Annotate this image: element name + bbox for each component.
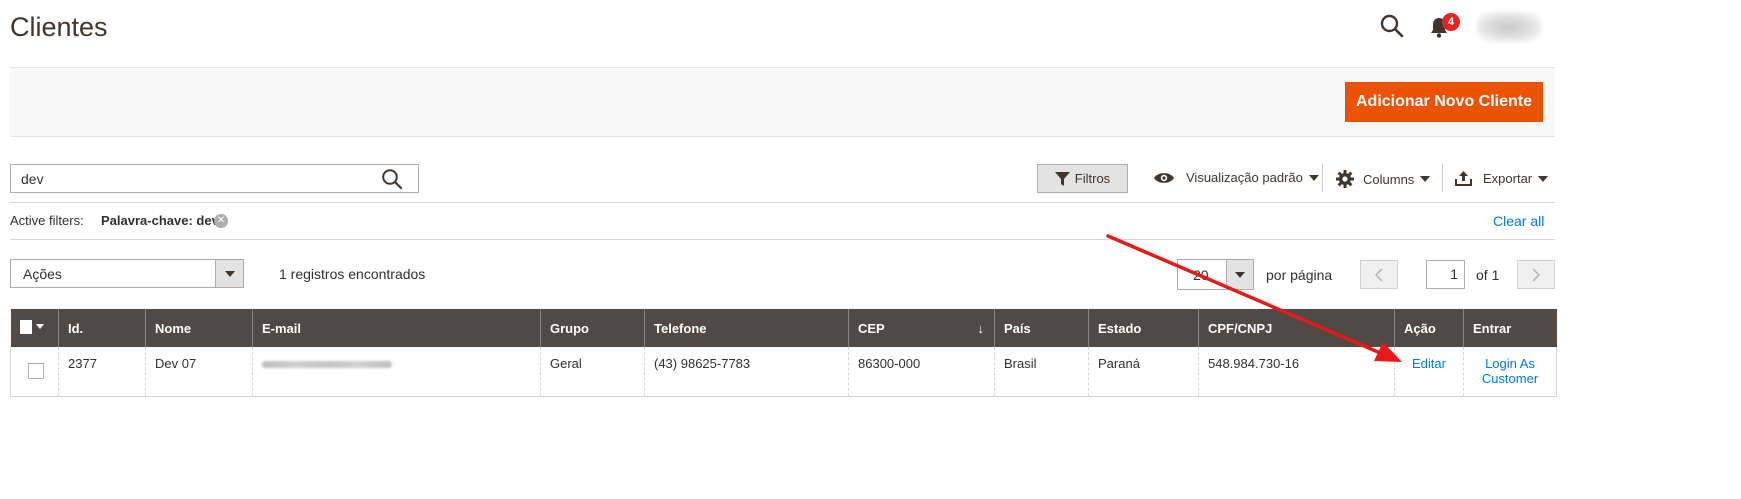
- funnel-icon: [1054, 171, 1070, 186]
- cell-grupo: Geral: [540, 347, 645, 397]
- search-icon[interactable]: [1379, 13, 1405, 39]
- per-page-select[interactable]: 20: [1177, 259, 1254, 290]
- mass-select-header[interactable]: [10, 309, 59, 347]
- add-new-customer-button[interactable]: Adicionar Novo Cliente: [1345, 82, 1543, 122]
- table-row: 2377 Dev 07 Geral (43) 98625-7783 86300-…: [10, 347, 1557, 397]
- customers-grid: Id. Nome E-mail Grupo Telefone CEP ↓ Paí…: [10, 309, 1557, 397]
- edit-link[interactable]: Editar: [1412, 356, 1446, 371]
- search-icon[interactable]: [381, 168, 403, 190]
- column-header-entrar: Entrar: [1463, 309, 1557, 347]
- column-header-id[interactable]: Id.: [58, 309, 146, 347]
- column-header-estado[interactable]: Estado: [1088, 309, 1199, 347]
- caret-down-icon: [1420, 176, 1431, 182]
- mass-actions-select[interactable]: Ações: [10, 259, 244, 288]
- cell-id: 2377: [58, 347, 146, 397]
- toolbar-divider: [1322, 164, 1323, 192]
- caret-down-icon: [1538, 175, 1549, 182]
- caret-down-icon: [225, 271, 235, 277]
- chevron-left-icon: [1375, 267, 1383, 282]
- page-title: Clientes: [10, 12, 108, 42]
- filters-button[interactable]: Filtros: [1037, 164, 1128, 193]
- export-label: Exportar: [1483, 171, 1533, 186]
- view-selector[interactable]: Visualização padrão: [1153, 170, 1319, 185]
- row-select-cell: [10, 347, 59, 397]
- page-actions-bar: [10, 67, 1555, 137]
- keyword-search-input[interactable]: dev: [10, 164, 419, 193]
- column-header-acao: Ação: [1394, 309, 1464, 347]
- column-header-grupo[interactable]: Grupo: [540, 309, 645, 347]
- caret-down-icon: [1235, 272, 1245, 278]
- column-header-cep-label: CEP: [858, 320, 885, 336]
- caret-down-icon: [35, 324, 44, 329]
- view-label: Visualização padrão: [1186, 170, 1303, 185]
- per-page-label: por página: [1266, 267, 1333, 283]
- column-header-cpf[interactable]: CPF/CNPJ: [1198, 309, 1395, 347]
- records-found: 1 registros encontrados: [279, 266, 426, 282]
- row-checkbox[interactable]: [28, 363, 44, 379]
- columns-label: Columns: [1363, 171, 1415, 187]
- page-number-input[interactable]: 1: [1426, 260, 1465, 289]
- remove-filter-icon[interactable]: ✕: [214, 214, 228, 228]
- blurred-email: [262, 361, 392, 368]
- toolbar-divider: [1442, 164, 1443, 192]
- export-icon: [1455, 171, 1472, 186]
- per-page-value: 20: [1193, 267, 1209, 283]
- eye-icon: [1154, 172, 1174, 183]
- divider: [10, 202, 1555, 203]
- notification-badge: 4: [1442, 13, 1460, 31]
- cell-pais: Brasil: [994, 347, 1089, 397]
- previous-page-button[interactable]: [1360, 260, 1398, 289]
- column-header-nome[interactable]: Nome: [145, 309, 253, 347]
- clear-all-link[interactable]: Clear all: [1493, 213, 1544, 229]
- active-filters-label: Active filters:: [10, 213, 84, 228]
- dropdown-toggle[interactable]: [1226, 260, 1253, 289]
- column-header-email[interactable]: E-mail: [252, 309, 541, 347]
- divider: [10, 239, 1555, 240]
- cell-acao: Editar: [1394, 347, 1464, 397]
- column-header-pais[interactable]: País: [994, 309, 1089, 347]
- column-header-telefone[interactable]: Telefone: [644, 309, 849, 347]
- cell-cpf: 548.984.730-16: [1198, 347, 1395, 397]
- columns-selector[interactable]: Columns: [1336, 170, 1431, 188]
- grid-header-row: Id. Nome E-mail Grupo Telefone CEP ↓ Paí…: [10, 309, 1557, 347]
- next-page-button[interactable]: [1517, 260, 1555, 289]
- export-selector[interactable]: Exportar: [1455, 171, 1549, 186]
- cell-telefone: (43) 98625-7783: [644, 347, 849, 397]
- sort-arrow-icon: ↓: [977, 320, 985, 336]
- search-value: dev: [21, 171, 44, 187]
- cell-nome: Dev 07: [145, 347, 253, 397]
- filters-label: Filtros: [1074, 171, 1111, 186]
- cell-cep: 86300-000: [848, 347, 995, 397]
- gear-icon: [1336, 170, 1354, 188]
- caret-down-icon: [1308, 174, 1319, 181]
- column-header-cep[interactable]: CEP ↓: [848, 309, 995, 347]
- cell-entrar: Login As Customer: [1463, 347, 1557, 397]
- cell-email: [252, 347, 541, 397]
- mass-select-checkbox[interactable]: [19, 319, 44, 334]
- chevron-right-icon: [1532, 267, 1540, 282]
- active-filter-chip: Palavra-chave: dev: [101, 213, 219, 228]
- dropdown-toggle[interactable]: [215, 260, 243, 287]
- cell-estado: Paraná: [1088, 347, 1199, 397]
- mass-actions-label: Ações: [23, 266, 62, 282]
- login-as-customer-link[interactable]: Login As Customer: [1482, 356, 1538, 386]
- total-pages: of 1: [1476, 267, 1500, 283]
- user-avatar[interactable]: [1476, 12, 1542, 42]
